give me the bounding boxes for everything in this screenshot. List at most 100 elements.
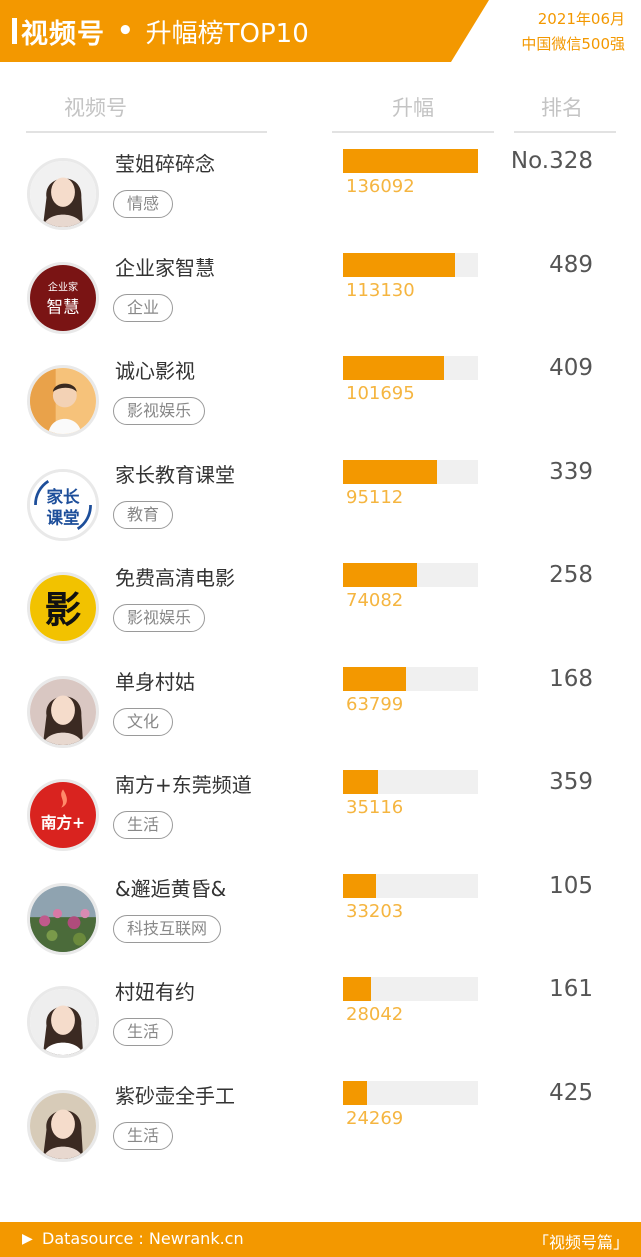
rank-value: 339	[549, 459, 593, 485]
news-logo-icon: 南方+	[30, 782, 96, 848]
rise-bar-fill	[343, 149, 478, 173]
avatar: 家长 课堂	[27, 469, 99, 541]
category-tag: 企业	[113, 294, 174, 322]
avatar-text: 家长	[47, 486, 81, 506]
title-main: 视频号	[21, 18, 105, 50]
account-name: 单身村姑	[115, 670, 195, 694]
rank-value: 168	[549, 666, 593, 692]
rise-bar-track	[343, 253, 478, 277]
rise-value: 113130	[346, 280, 415, 301]
category-tag: 生活	[113, 1122, 174, 1150]
list-item: 单身村姑 文化 63799 168	[0, 656, 641, 759]
list-item: 企业家 智慧 企业家智慧 企业 113130 489	[0, 242, 641, 345]
list-item: 莹姐碎碎念情感 136092 No.328	[0, 138, 641, 241]
rise-bar-track	[343, 770, 478, 794]
avatar-text: 智慧	[47, 298, 80, 317]
rise-value: 33203	[346, 901, 404, 922]
rank-value: 425	[549, 1080, 593, 1106]
rise-bar-fill	[343, 977, 371, 1001]
page-title: 视频号 • 升幅榜TOP10	[12, 10, 309, 52]
rise-value: 35116	[346, 797, 404, 818]
avatar-text: 企业家	[48, 281, 78, 294]
rise-bar-fill	[343, 356, 444, 380]
category-tag: 生活	[113, 811, 174, 839]
rise-bar-fill	[343, 1081, 368, 1105]
avatar	[27, 676, 99, 748]
calligraphy-logo-icon: 企业家 智慧	[30, 265, 96, 331]
rise-value: 136092	[346, 176, 415, 197]
rise-bar-track	[343, 1081, 478, 1105]
column-header-rank: 排名	[541, 96, 583, 120]
rise-value: 24269	[346, 1108, 404, 1129]
rise-value: 74082	[346, 590, 404, 611]
datasource-label: Datasource : Newrank.cn	[42, 1229, 244, 1248]
rank-value: 258	[549, 562, 593, 588]
title-separator: •	[117, 16, 134, 46]
account-name: 村妞有约	[115, 980, 195, 1004]
rise-value: 28042	[346, 1004, 404, 1025]
portrait-woman-icon	[30, 1093, 96, 1159]
column-divider	[332, 131, 494, 133]
avatar	[27, 158, 99, 230]
text-logo-icon: 家长 课堂	[30, 472, 96, 538]
column-divider	[26, 131, 267, 133]
rise-bar-fill	[343, 563, 417, 587]
list-item: 家长 课堂 家长教育课堂 教育 95112 339	[0, 449, 641, 552]
rise-bar-fill	[343, 770, 378, 794]
account-name: 免费高清电影	[115, 566, 235, 590]
avatar	[27, 883, 99, 955]
account-name: 企业家智慧	[115, 256, 215, 280]
avatar	[27, 1090, 99, 1162]
footer-bar: ▶ Datasource : Newrank.cn 「视频号篇」	[0, 1222, 641, 1257]
category-tag: 文化	[113, 708, 174, 736]
avatar: 影	[27, 572, 99, 644]
list-item: &邂逅黄昏& 科技互联网 33203 105	[0, 863, 641, 966]
avatar-text: 影	[45, 589, 82, 632]
category-tag: 生活	[113, 1018, 174, 1046]
rank-value: 409	[549, 355, 593, 381]
list-item: 南方+ 南方+东莞频道 生活 35116 359	[0, 759, 641, 862]
list-item: 影 免费高清电影 影视娱乐 74082 258	[0, 552, 641, 655]
category-tag: 教育	[113, 501, 174, 529]
category-tag: 科技互联网	[113, 915, 222, 943]
rank-value: 161	[549, 976, 593, 1002]
avatar	[27, 365, 99, 437]
account-name: 家长教育课堂	[115, 463, 235, 487]
rise-bar-track	[343, 356, 478, 380]
column-divider	[514, 131, 616, 133]
rise-bar-track	[343, 563, 478, 587]
rank-value: 105	[549, 873, 593, 899]
column-header-name: 视频号	[64, 96, 127, 120]
rise-bar-track	[343, 460, 478, 484]
rise-bar-fill	[343, 253, 456, 277]
header-banner: 视频号 • 升幅榜TOP10 2021年06月 中国微信500强	[0, 0, 641, 62]
play-icon: ▶	[22, 1231, 33, 1247]
flowers-photo-icon	[30, 886, 96, 952]
category-tag: 情感	[113, 190, 174, 218]
account-name: 莹姐碎碎念	[115, 152, 215, 176]
account-name: &邂逅黄昏&	[115, 877, 227, 901]
avatar-text: 课堂	[47, 507, 80, 527]
portrait-child-icon	[30, 368, 96, 434]
account-name: 紫砂壶全手工	[115, 1084, 235, 1108]
avatar: 企业家 智慧	[27, 262, 99, 334]
title-sub: 升幅榜TOP10	[145, 18, 309, 49]
rank-value: 489	[549, 252, 593, 278]
account-name: 诚心影视	[115, 359, 195, 383]
rank-value: No.328	[510, 148, 593, 174]
account-name: 南方+东莞频道	[115, 773, 252, 797]
list-item: 诚心影视 影视娱乐 101695 409	[0, 345, 641, 448]
list-item: 村妞有约生活 28042 161	[0, 966, 641, 1069]
rise-bar-track	[343, 149, 478, 173]
rise-value: 101695	[346, 383, 415, 404]
date-badge: 2021年06月 中国微信500强	[451, 0, 641, 62]
ranking-label: 中国微信500强	[521, 35, 625, 53]
column-header-rise: 升幅	[392, 96, 434, 120]
rise-value: 95112	[346, 487, 404, 508]
rise-bar-track	[343, 667, 478, 691]
portrait-woman-icon	[30, 161, 96, 227]
list-item: 紫砂壶全手工生活 24269 425	[0, 1070, 641, 1173]
rise-bar-fill	[343, 874, 376, 898]
series-label: 「视频号篇」	[532, 1233, 629, 1252]
rise-bar-fill	[343, 460, 438, 484]
